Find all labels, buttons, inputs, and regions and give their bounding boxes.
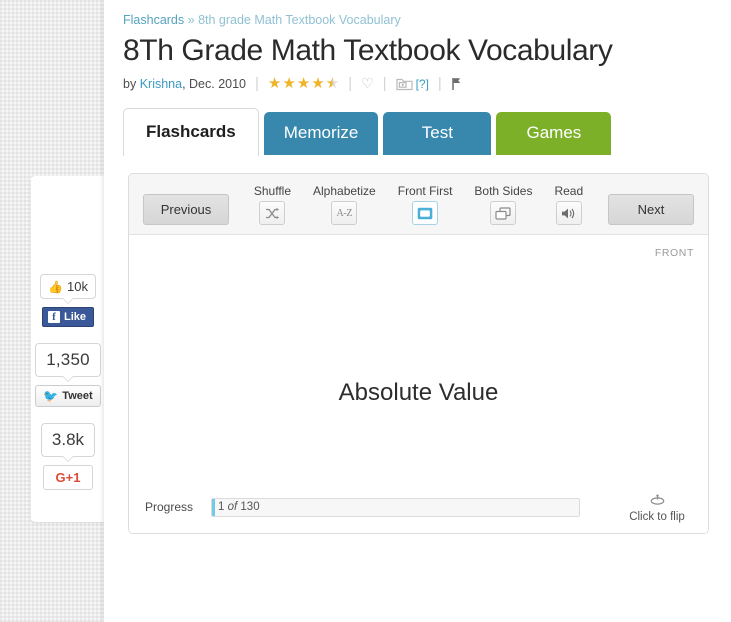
tool-alphabetize-label: Alphabetize — [313, 184, 376, 198]
twitter-share-count: 1,350 — [35, 343, 101, 382]
twitter-tweet-button[interactable]: 🐦 Tweet — [35, 385, 101, 407]
star-3: ★ — [296, 75, 311, 92]
meta-divider-2: | — [348, 75, 353, 92]
star-1: ★ — [267, 75, 282, 92]
tab-flashcards[interactable]: Flashcards — [123, 108, 259, 156]
both-sides-icon[interactable] — [490, 201, 517, 225]
shuffle-icon[interactable] — [259, 201, 286, 225]
breadcrumb: Flashcards » 8th grade Math Textbook Voc… — [123, 13, 711, 27]
heart-icon[interactable]: ♡ — [361, 75, 374, 92]
help-link[interactable]: [?] — [416, 77, 429, 91]
tab-memorize[interactable]: Memorize — [263, 112, 379, 155]
facebook-like-button[interactable]: f Like — [41, 307, 94, 327]
star-5-half: ★ — [325, 75, 340, 92]
card-side-label: FRONT — [654, 247, 694, 259]
meta-divider-4: | — [437, 75, 442, 92]
meta-divider-3: | — [382, 75, 387, 92]
google-plus-share-block: 3.8k G+1 — [31, 423, 105, 490]
tool-front-first-label: Front First — [397, 184, 453, 198]
flashcard-toolbar: Previous Shuffle Alphabetize A-Z Front F… — [129, 174, 708, 235]
tool-both-sides-label: Both Sides — [474, 184, 533, 198]
progress-of-label: of — [227, 500, 238, 513]
progress-label: Progress — [145, 500, 194, 514]
click-to-flip-button[interactable]: Click to flip — [620, 493, 694, 523]
flip-rotate-icon — [649, 493, 666, 510]
toolbar-options-group: Shuffle Alphabetize A-Z Front First Both… — [229, 184, 608, 225]
by-label: by — [123, 76, 137, 91]
tool-both-sides[interactable]: Both Sides — [474, 184, 532, 225]
twitter-tweet-label: Tweet — [62, 390, 93, 402]
thumbs-up-icon: 👍 — [48, 279, 63, 294]
deck-meta-row: by Krishna , Dec. 2010 | ★ ★ ★ ★ ★ | ♡ | — [123, 75, 711, 92]
folder-add-icon[interactable] — [395, 77, 413, 91]
page-header: Flashcards » 8th grade Math Textbook Voc… — [104, 0, 731, 92]
publish-date: , Dec. 2010 — [182, 76, 247, 91]
tab-games[interactable]: Games — [496, 112, 612, 155]
meta-divider-1: | — [255, 75, 259, 92]
click-to-flip-label: Click to flip — [629, 511, 685, 523]
card-footer: Progress 1 of 130 Click to flip — [129, 493, 708, 533]
rating-stars[interactable]: ★ ★ ★ ★ ★ — [268, 76, 339, 91]
breadcrumb-current: 8th grade Math Textbook Vocabulary — [198, 13, 401, 27]
twitter-bird-icon: 🐦 — [43, 389, 59, 403]
progress-bar-fill — [212, 498, 215, 516]
previous-button[interactable]: Previous — [143, 194, 229, 225]
progress-current: 1 — [218, 500, 225, 513]
google-plus-one-button[interactable]: G+1 — [42, 465, 94, 490]
progress-position-text: 1 of 130 — [218, 501, 260, 513]
flashcard-panel: Previous Shuffle Alphabetize A-Z Front F… — [128, 173, 709, 534]
tool-front-first[interactable]: Front First — [397, 184, 453, 225]
facebook-share-block: 👍 10k f Like — [31, 274, 105, 327]
facebook-count-value: 10k — [66, 279, 88, 294]
social-share-sidebar: 👍 10k f Like 1,350 🐦 Tweet 3.8k G+1 — [31, 176, 105, 522]
tool-shuffle[interactable]: Shuffle — [254, 184, 291, 225]
speaker-icon[interactable] — [555, 201, 582, 225]
breadcrumb-link-flashcards[interactable]: Flashcards — [123, 13, 184, 27]
facebook-share-count: 👍 10k — [40, 274, 96, 304]
card-term-text: Absolute Value — [338, 379, 499, 406]
flag-icon[interactable] — [451, 77, 462, 91]
flashcard-face[interactable]: FRONT Absolute Value Progress 1 of 130 C… — [129, 235, 708, 533]
progress-bar[interactable]: 1 of 130 — [211, 497, 580, 517]
front-first-icon[interactable] — [412, 201, 439, 225]
star-4: ★ — [311, 75, 325, 92]
next-button[interactable]: Next — [608, 194, 694, 225]
author-link[interactable]: Krishna — [140, 77, 182, 91]
deck-mode-tabs: Flashcards Memorize Test Games — [104, 92, 731, 156]
google-plus-label: G+1 — [55, 470, 81, 485]
tool-read-label: Read — [554, 184, 584, 198]
a-to-z-icon[interactable]: A-Z — [331, 201, 358, 225]
main-content-page: Flashcards » 8th grade Math Textbook Voc… — [104, 0, 731, 622]
breadcrumb-separator: » — [187, 13, 195, 27]
twitter-share-block: 1,350 🐦 Tweet — [31, 343, 105, 407]
tool-shuffle-label: Shuffle — [253, 184, 292, 198]
tab-test[interactable]: Test — [383, 112, 492, 155]
page-title: 8Th Grade Math Textbook Vocabulary — [123, 34, 613, 67]
progress-total: 130 — [240, 500, 260, 513]
star-2: ★ — [282, 75, 296, 92]
google-plus-share-count: 3.8k — [40, 423, 96, 462]
tool-alphabetize[interactable]: Alphabetize A-Z — [313, 184, 376, 225]
facebook-like-label: Like — [63, 311, 86, 323]
tool-read[interactable]: Read — [554, 184, 583, 225]
facebook-icon: f — [47, 311, 60, 323]
